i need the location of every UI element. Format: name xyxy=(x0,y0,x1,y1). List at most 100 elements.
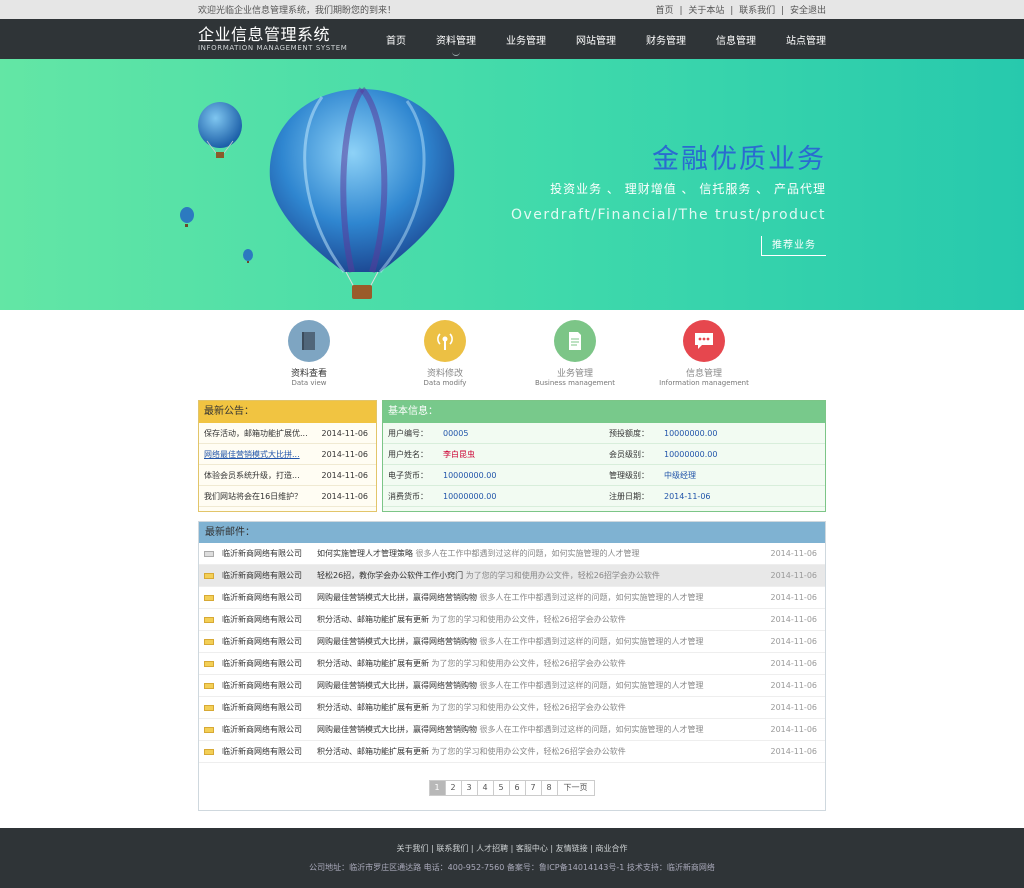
feature-sublabel: Data modify xyxy=(423,379,467,387)
info-row: 用户编号： 00005 预投额度： 10000000.00 xyxy=(383,423,825,444)
info-key: 用户编号： xyxy=(388,429,428,438)
mail-row[interactable]: 临沂新商网络有限公司 网购最佳营销模式大比拼，赢得网络营销购物 很多人在工作中都遇… xyxy=(199,675,825,697)
page-3[interactable]: 3 xyxy=(460,780,478,796)
mail-company: 临沂新商网络有限公司 xyxy=(222,549,302,558)
info-key: 消费货币： xyxy=(388,492,428,501)
footer-links[interactable]: 关于我们 | 联系我们 | 人才招聘 | 客服中心 | 友情链接 | 商业合作 xyxy=(0,843,1024,854)
info-row: 用户姓名： 李白昆虫 会员级别： 10000000.00 xyxy=(383,444,825,465)
notice-item[interactable]: 我们网站将会在16日维护？ 2014-11-06 xyxy=(199,486,376,507)
mail-envelope-icon xyxy=(204,616,214,623)
mail-company: 临沂新商网络有限公司 xyxy=(222,571,302,580)
mail-subject[interactable]: 积分活动、邮箱功能扩展有更新 为了您的学习和使用办公文件，轻松26招学会办公软件 xyxy=(317,746,763,757)
info-title: 基本信息： xyxy=(383,401,825,423)
info-key: 会员级别： xyxy=(609,450,649,459)
mail-subject[interactable]: 网购最佳营销模式大比拼，赢得网络营销购物 很多人在工作中都遇到过这样的问题，如何… xyxy=(317,680,763,691)
feature-business[interactable]: 业务管理 Business management xyxy=(523,320,627,387)
nav-data[interactable]: 资料管理 xyxy=(436,32,476,56)
info-value: 00005 xyxy=(443,429,469,438)
notice-text[interactable]: 体验会员系统升级，打造... xyxy=(204,465,300,485)
mail-date: 2014-11-06 xyxy=(770,681,818,690)
notice-panel: 最新公告： 保存活动，邮箱功能扩展优... 2014-11-06 网络最佳营销模式… xyxy=(198,400,377,512)
notice-date: 2014-11-06 xyxy=(321,471,369,480)
mail-subject[interactable]: 如何实施管理人才管理策略 很多人在工作中都遇到过这样的问题，如何实施管理的人才管… xyxy=(317,548,763,559)
tiny-balloon-icon xyxy=(180,207,194,227)
mail-row[interactable]: 临沂新商网络有限公司 积分活动、邮箱功能扩展有更新 为了您的学习和使用办公文件，轻… xyxy=(199,653,825,675)
mail-date: 2014-11-06 xyxy=(770,659,818,668)
mail-company: 临沂新商网络有限公司 xyxy=(222,615,302,624)
page-7[interactable]: 7 xyxy=(524,780,542,796)
feature-data-view[interactable]: 资料查看 Data view xyxy=(257,320,361,387)
page-1[interactable]: 1 xyxy=(428,780,446,796)
feature-label: 信息管理 xyxy=(685,369,722,379)
mail-row[interactable]: 临沂新商网络有限公司 积分活动、邮箱功能扩展有更新 为了您的学习和使用办公文件，轻… xyxy=(199,741,825,763)
mail-envelope-icon xyxy=(204,550,214,557)
feature-information[interactable]: 信息管理 Information management xyxy=(652,320,756,387)
info-key: 电子货币： xyxy=(388,471,428,480)
info-value: 李白昆虫 xyxy=(443,450,475,459)
page-6[interactable]: 6 xyxy=(508,780,526,796)
logo[interactable]: 企业信息管理系统 INFORMATION MANAGEMENT SYSTEM xyxy=(198,26,347,53)
nav-info[interactable]: 信息管理 xyxy=(716,32,756,47)
nav-website[interactable]: 网站管理 xyxy=(576,32,616,47)
info-value: 2014-11-06 xyxy=(664,492,711,501)
mail-envelope-icon xyxy=(204,660,214,667)
main-nav: 首页 资料管理 业务管理 网站管理 财务管理 信息管理 站点管理 xyxy=(356,19,826,59)
mail-row[interactable]: 临沂新商网络有限公司 网购最佳营销模式大比拼，赢得网络营销购物 很多人在工作中都遇… xyxy=(199,587,825,609)
mail-row[interactable]: 临沂新商网络有限公司 网购最佳营销模式大比拼，赢得网络营销购物 很多人在工作中都遇… xyxy=(199,719,825,741)
top-link-home[interactable]: 首页 xyxy=(656,6,674,16)
mail-row[interactable]: 临沂新商网络有限公司 如何实施管理人才管理策略 很多人在工作中都遇到过这样的问题，… xyxy=(199,543,825,565)
notice-item[interactable]: 体验会员系统升级，打造... 2014-11-06 xyxy=(199,465,376,486)
feature-data-modify[interactable]: 资料修改 Data modify xyxy=(393,320,497,387)
notice-text[interactable]: 我们网站将会在16日维护？ xyxy=(204,486,302,506)
top-link-logout[interactable]: 安全退出 xyxy=(790,6,826,16)
nav-finance[interactable]: 财务管理 xyxy=(646,32,686,47)
banner-services: 投资业务 、 理财增值 、 信托服务 、 产品代理 xyxy=(550,182,826,196)
nav-home[interactable]: 首页 xyxy=(386,32,406,47)
feature-sublabel: Information management xyxy=(659,379,749,387)
page-2[interactable]: 2 xyxy=(444,780,462,796)
nav-business[interactable]: 业务管理 xyxy=(506,32,546,47)
mail-subject[interactable]: 积分活动、邮箱功能扩展有更新 为了您的学习和使用办公文件，轻松26招学会办公软件 xyxy=(317,658,763,669)
mail-company: 临沂新商网络有限公司 xyxy=(222,725,302,734)
top-link-contact[interactable]: 联系我们 xyxy=(739,6,775,16)
mail-envelope-icon xyxy=(204,638,214,645)
mail-subject[interactable]: 网购最佳营销模式大比拼，赢得网络营销购物 很多人在工作中都遇到过这样的问题，如何… xyxy=(317,592,763,603)
mail-envelope-icon xyxy=(204,704,214,711)
mail-envelope-icon xyxy=(204,748,214,755)
mail-subject[interactable]: 积分活动、邮箱功能扩展有更新 为了您的学习和使用办公文件，轻松26招学会办公软件 xyxy=(317,702,763,713)
divider: | xyxy=(730,6,734,16)
mail-row[interactable]: 临沂新商网络有限公司 网购最佳营销模式大比拼，赢得网络营销购物 很多人在工作中都遇… xyxy=(199,631,825,653)
mail-subject[interactable]: 网购最佳营销模式大比拼，赢得网络营销购物 很多人在工作中都遇到过这样的问题，如何… xyxy=(317,724,763,735)
mail-row[interactable]: 临沂新商网络有限公司 积分活动、邮箱功能扩展有更新 为了您的学习和使用办公文件，轻… xyxy=(199,697,825,719)
notice-text[interactable]: 保存活动，邮箱功能扩展优... xyxy=(204,423,308,443)
mail-subject[interactable]: 轻松26招，教你学会办公软件工作小窍门 为了您的学习和使用办公文件，轻松26招学… xyxy=(317,570,763,581)
mail-envelope-icon xyxy=(204,572,214,579)
mail-envelope-icon xyxy=(204,682,214,689)
mail-date: 2014-11-06 xyxy=(770,571,818,580)
mail-date: 2014-11-06 xyxy=(770,725,818,734)
banner-title: 金融优质业务 xyxy=(652,144,826,175)
info-value: 10000000.00 xyxy=(664,429,718,438)
mail-company: 临沂新商网络有限公司 xyxy=(222,747,302,756)
page-4[interactable]: 4 xyxy=(476,780,494,796)
page-5[interactable]: 5 xyxy=(492,780,510,796)
info-row: 消费货币： 10000000.00 注册日期： 2014-11-06 xyxy=(383,486,825,507)
tiny-balloon-icon-2 xyxy=(243,249,253,263)
info-key: 用户姓名： xyxy=(388,450,428,459)
notice-title: 最新公告： xyxy=(199,401,376,423)
top-link-about[interactable]: 关于本站 xyxy=(688,6,724,16)
page-8[interactable]: 8 xyxy=(540,780,558,796)
notice-item[interactable]: 保存活动，邮箱功能扩展优... 2014-11-06 xyxy=(199,423,376,444)
nav-site[interactable]: 站点管理 xyxy=(786,32,826,47)
mail-subject[interactable]: 积分活动、邮箱功能扩展有更新 为了您的学习和使用办公文件，轻松26招学会办公软件 xyxy=(317,614,763,625)
mail-row[interactable]: 临沂新商网络有限公司 轻松26招，教你学会办公软件工作小窍门 为了您的学习和使用办… xyxy=(199,565,825,587)
basic-info-panel: 基本信息： 用户编号： 00005 预投额度： 10000000.00 用户姓名： 李… xyxy=(382,400,826,512)
next-page-button[interactable]: 下一页 xyxy=(556,780,595,796)
recommend-business-button[interactable]: 推荐业务 xyxy=(761,236,826,256)
notice-item[interactable]: 网络最佳营销模式大比拼... 2014-11-06 xyxy=(199,444,376,465)
notice-text[interactable]: 网络最佳营销模式大比拼... xyxy=(204,444,300,464)
mail-date: 2014-11-06 xyxy=(770,615,818,624)
mail-row[interactable]: 临沂新商网络有限公司 积分活动、邮箱功能扩展有更新 为了您的学习和使用办公文件，轻… xyxy=(199,609,825,631)
mail-subject[interactable]: 网购最佳营销模式大比拼，赢得网络营销购物 很多人在工作中都遇到过这样的问题，如何… xyxy=(317,636,763,647)
top-bar: 欢迎光临企业信息管理系统，我们期盼您的到来！ 首页 | 关于本站 | 联系我们 … xyxy=(0,0,1024,19)
